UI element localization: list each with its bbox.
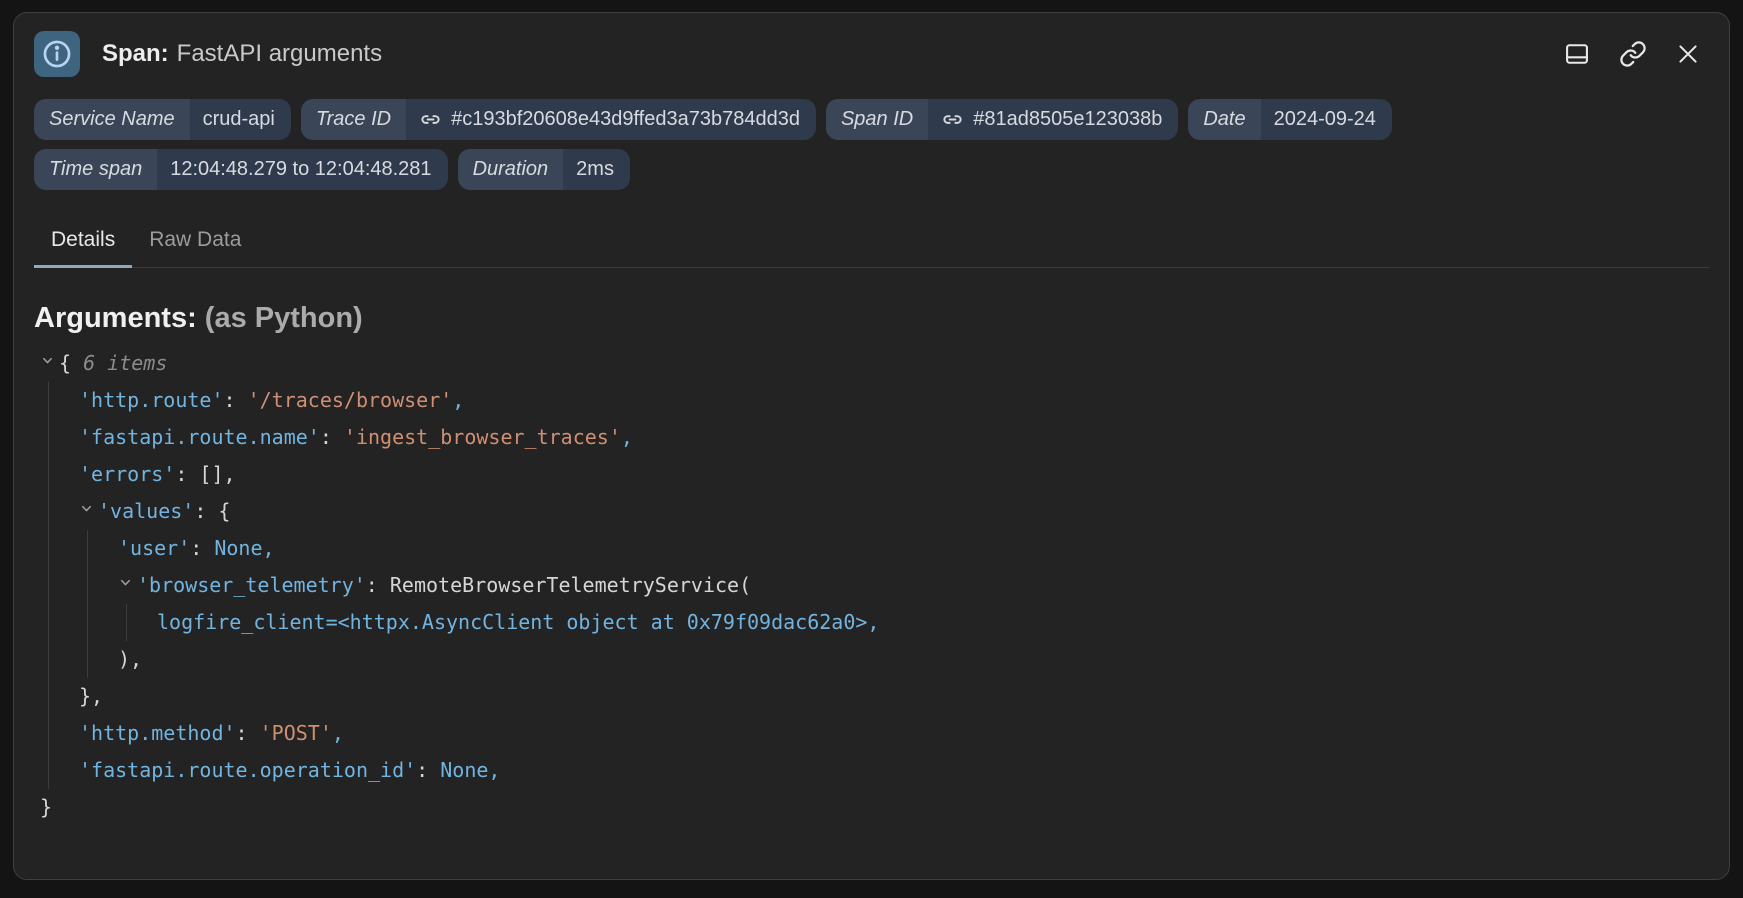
badge-label: Span ID (826, 99, 928, 140)
code-line: 'values': { (79, 493, 1709, 530)
tab-details[interactable]: Details (34, 218, 132, 268)
code-line: } (40, 789, 1709, 826)
code-token: 6 items (83, 351, 167, 375)
badge-value: 2024-09-24 (1261, 99, 1392, 140)
code-line: logfire_client=<httpx.AsyncClient object… (157, 604, 1709, 641)
code-line: }, (79, 678, 1709, 715)
code-block: { 6 items'http.route': '/traces/browser'… (34, 345, 1709, 826)
code-line: { 6 items (40, 345, 1709, 382)
code-line: 'user': None, (118, 530, 1709, 567)
badge-time-span: Time span 12:04:48.279 to 12:04:48.281 (34, 149, 448, 190)
code-token: : (416, 758, 440, 782)
panel-header: Span: FastAPI arguments (34, 29, 1709, 77)
badge-span-id: Span ID #81ad8505e123038b (826, 99, 1178, 140)
code-token: '/traces/browser' (248, 388, 453, 412)
badge-label: Service Name (34, 99, 190, 140)
close-icon[interactable] (1675, 41, 1701, 67)
header-actions (1563, 40, 1709, 68)
chevron-down-icon[interactable] (40, 345, 59, 382)
code-token: : { (194, 499, 230, 523)
badge-value-text: 2024-09-24 (1274, 108, 1376, 131)
code-token: { (59, 351, 83, 375)
code-token: 'values' (98, 499, 194, 523)
code-token: ), (118, 647, 142, 671)
code-token: }, (79, 684, 103, 708)
code-children: 'http.route': '/traces/browser','fastapi… (48, 382, 1709, 789)
code-line: 'http.route': '/traces/browser', (79, 382, 1709, 419)
code-token: } (40, 795, 52, 819)
arguments-heading-suffix: (as Python) (205, 302, 363, 334)
code-token: : [], (175, 462, 235, 486)
code-token: 'ingest_browser_traces' (344, 425, 621, 449)
code-token: : (320, 425, 344, 449)
code-token: : (366, 573, 390, 597)
code-children: 'user': None,'browser_telemetry': Remote… (87, 530, 1709, 678)
code-token: , (621, 425, 633, 449)
code-line: 'fastapi.route.operation_id': None, (79, 752, 1709, 789)
code-token: , (452, 388, 464, 412)
badge-label: Trace ID (301, 99, 406, 140)
arguments-heading-main: Arguments: (34, 302, 197, 334)
arguments-heading: Arguments: (as Python) (34, 302, 1709, 335)
code-token: logfire_client=<httpx.AsyncClient object… (157, 610, 879, 634)
code-token: 'fastapi.route.operation_id' (79, 758, 416, 782)
link-icon[interactable] (941, 108, 964, 131)
code-token: : (224, 388, 248, 412)
badge-value-text: 2ms (576, 158, 614, 181)
badge-date: Date 2024-09-24 (1188, 99, 1392, 140)
badge-value-text: #c193bf20608e43d9ffed3a73b784dd3d (451, 108, 800, 131)
code-children: logfire_client=<httpx.AsyncClient object… (126, 604, 1709, 641)
code-token: None, (214, 536, 274, 560)
code-token: 'errors' (79, 462, 175, 486)
code-token: 'POST' (260, 721, 332, 745)
badge-value-text: 12:04:48.279 to 12:04:48.281 (170, 158, 431, 181)
code-token: RemoteBrowserTelemetryService( (390, 573, 751, 597)
code-token: 'user' (118, 536, 190, 560)
badge-service-name: Service Name crud-api (34, 99, 291, 140)
span-title-label: Span: (102, 40, 169, 67)
span-detail-panel: Span:FastAPI arguments Service Na (13, 12, 1730, 880)
badge-value-text: #81ad8505e123038b (973, 108, 1162, 131)
badge-trace-id: Trace ID #c193bf20608e43d9ffed3a73b784dd3… (301, 99, 816, 140)
code-line: 'http.method': 'POST', (79, 715, 1709, 752)
badge-value-text: crud-api (203, 108, 275, 131)
badge-value: crud-api (190, 99, 291, 140)
code-token: 'browser_telemetry' (137, 573, 366, 597)
badge-value: 2ms (563, 149, 630, 190)
span-title-value: FastAPI arguments (177, 40, 382, 67)
badge-value: #c193bf20608e43d9ffed3a73b784dd3d (406, 99, 816, 140)
code-line: ), (118, 641, 1709, 678)
link-icon[interactable] (419, 108, 442, 131)
badge-list: Service Name crud-api Trace ID #c193bf20608… (34, 99, 1494, 190)
chevron-down-icon[interactable] (79, 493, 98, 530)
code-token: None, (440, 758, 500, 782)
code-token: 'http.method' (79, 721, 236, 745)
code-token: : (236, 721, 260, 745)
tab-raw-data[interactable]: Raw Data (132, 218, 258, 268)
link-icon[interactable] (1619, 40, 1647, 68)
badge-label: Time span (34, 149, 157, 190)
tab-bar: DetailsRaw Data (34, 218, 1709, 268)
info-icon (34, 31, 80, 77)
code-line: 'errors': [], (79, 456, 1709, 493)
badge-label: Date (1188, 99, 1260, 140)
code-token: 'http.route' (79, 388, 224, 412)
badge-value: 12:04:48.279 to 12:04:48.281 (157, 149, 447, 190)
badge-duration: Duration 2ms (458, 149, 630, 190)
badge-label: Duration (458, 149, 564, 190)
panel-layout-icon[interactable] (1563, 40, 1591, 68)
code-line: 'browser_telemetry': RemoteBrowserTeleme… (118, 567, 1709, 604)
code-token: : (190, 536, 214, 560)
code-token: , (332, 721, 344, 745)
code-line: 'fastapi.route.name': 'ingest_browser_tr… (79, 419, 1709, 456)
code-token: 'fastapi.route.name' (79, 425, 320, 449)
chevron-down-icon[interactable] (118, 567, 137, 604)
badge-value: #81ad8505e123038b (928, 99, 1178, 140)
page-title: Span: FastAPI arguments (102, 40, 1541, 68)
